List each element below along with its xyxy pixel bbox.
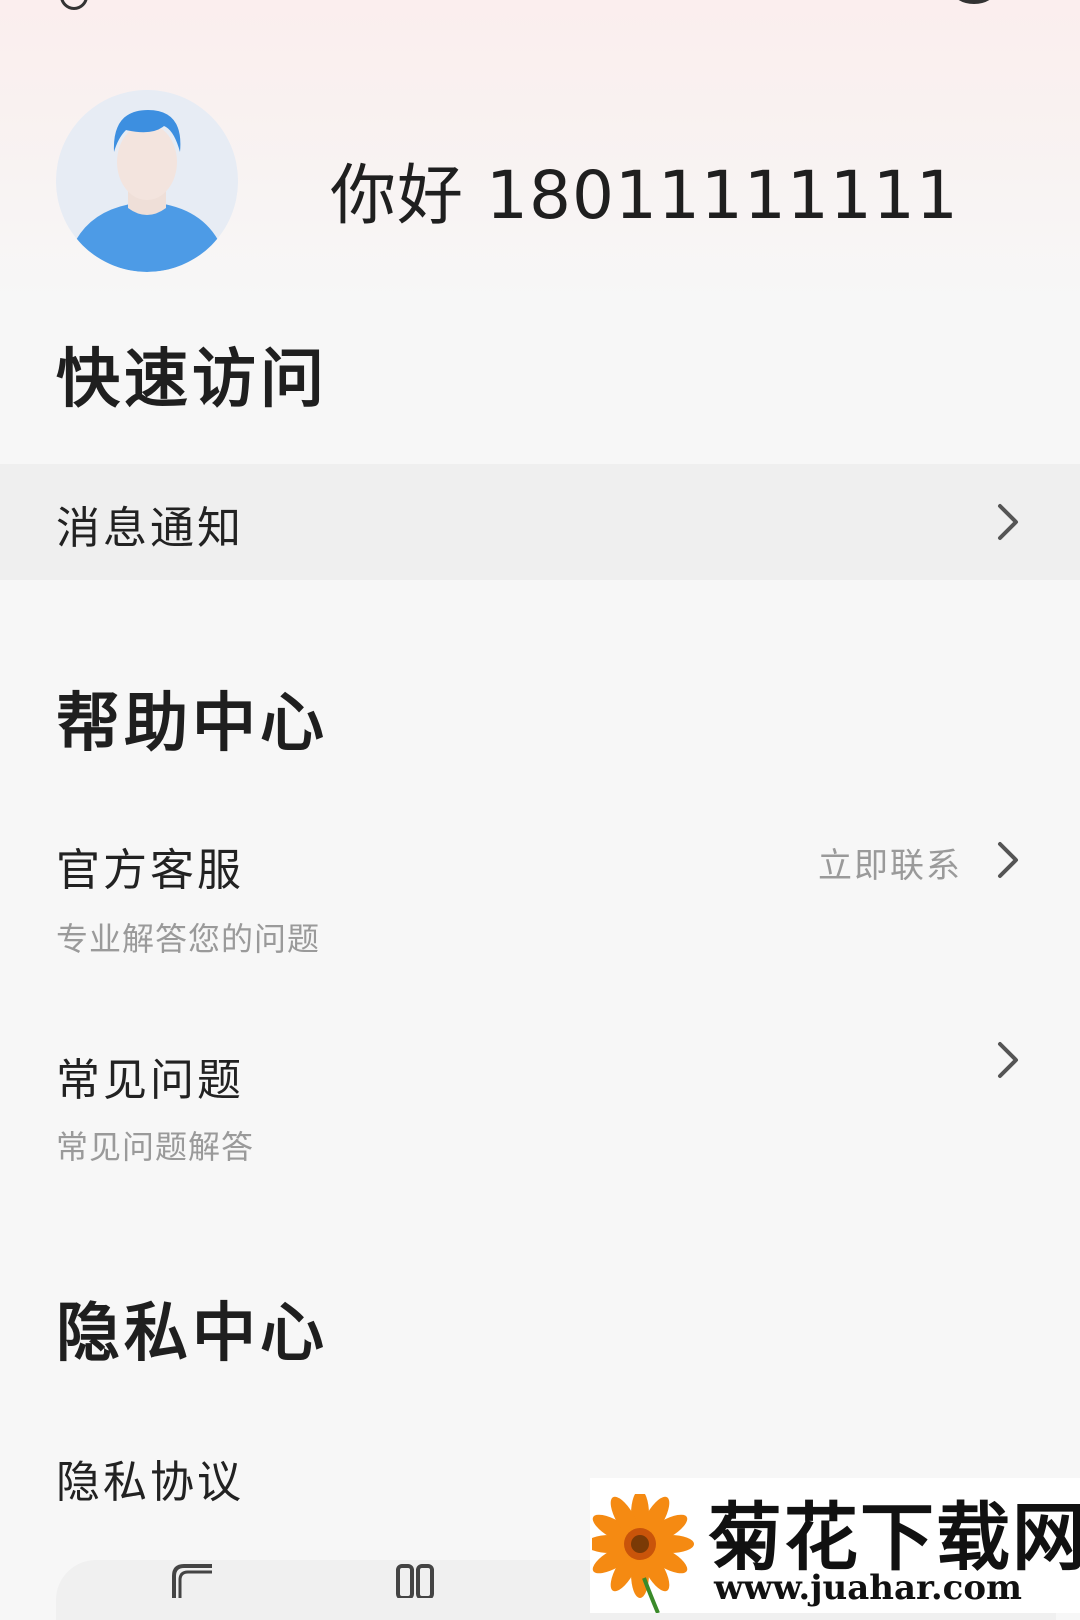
scan-icon[interactable] xyxy=(832,0,892,18)
watermark-flower-logo xyxy=(592,1494,694,1613)
menu-item-faq[interactable]: 常见问题 常见问题解答 xyxy=(0,1030,1080,1180)
apps-tab-icon[interactable] xyxy=(394,1560,438,1598)
avatar[interactable] xyxy=(56,90,238,272)
chevron-right-icon xyxy=(998,504,1018,540)
section-title-quick-access: 快速访问 xyxy=(56,343,328,417)
chevron-right-icon xyxy=(998,842,1018,878)
menu-item-label: 消息通知 xyxy=(56,503,244,554)
menu-item-label: 常见问题 xyxy=(56,1055,244,1106)
menu-item-notifications[interactable]: 消息通知 xyxy=(0,464,1080,580)
section-title-help-center: 帮助中心 xyxy=(56,687,328,761)
section-title-privacy-center: 隐私中心 xyxy=(56,1297,328,1371)
chevron-right-icon xyxy=(998,1042,1018,1078)
watermark-url: www.juahar.com xyxy=(714,1568,1023,1608)
menu-item-subtitle: 常见问题解答 xyxy=(56,1128,255,1166)
menu-item-label: 隐私协议 xyxy=(56,1457,244,1508)
menu-item-subtitle: 专业解答您的问题 xyxy=(56,920,321,958)
menu-item-customer-service[interactable]: 官方客服 专业解答您的问题 立即联系 xyxy=(0,820,1080,970)
menu-item-label: 官方客服 xyxy=(56,845,244,896)
watermark: 菊花下载网 www.juahar.com xyxy=(590,1478,1080,1613)
avatar-image xyxy=(56,90,238,272)
home-tab-icon[interactable] xyxy=(168,1560,218,1598)
greeting-text: 你好 18011111111 xyxy=(330,157,959,234)
contact-now-link[interactable]: 立即联系 xyxy=(818,838,962,887)
settings-icon[interactable] xyxy=(942,0,1006,20)
profile-header: 你好 18011111111 xyxy=(0,90,1080,280)
